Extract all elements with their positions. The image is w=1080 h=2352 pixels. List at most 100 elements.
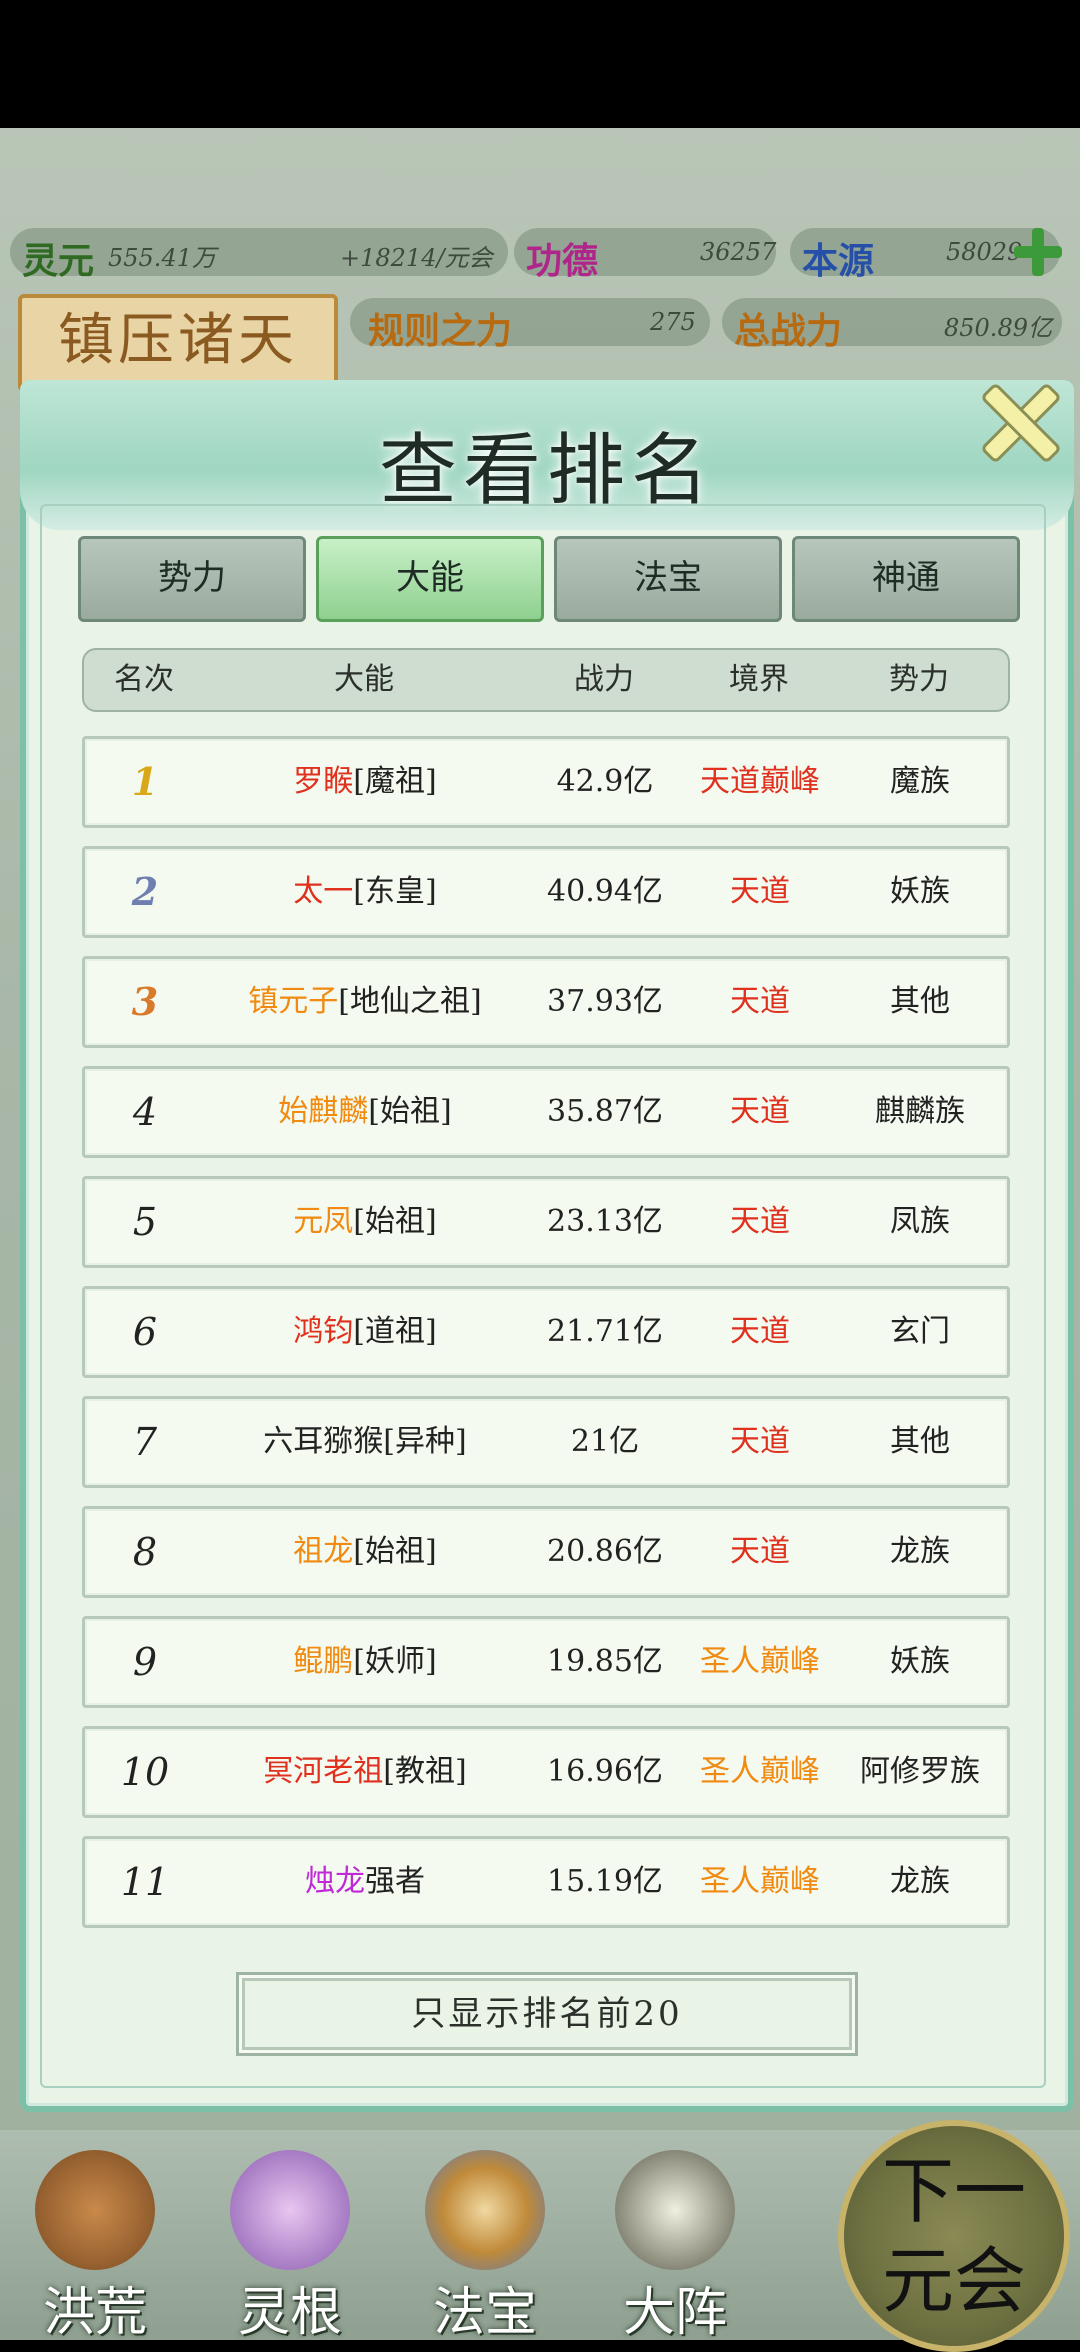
- lingyuan-value: 555.41万: [108, 244, 216, 272]
- realm-cell: 圣人巅峰: [700, 1754, 820, 1789]
- realm-cell: 天道: [730, 1534, 790, 1569]
- table-row[interactable]: 9 鲲鹏[妖师] 19.85亿 圣人巅峰 妖族: [82, 1616, 1010, 1708]
- person-name: 鲲鹏: [293, 1644, 354, 1679]
- mountain-icon: [35, 2150, 155, 2270]
- faction-cell: 凤族: [890, 1204, 950, 1239]
- table-row[interactable]: 5 元凤[始祖] 23.13亿 天道 凤族: [82, 1176, 1010, 1268]
- table-row[interactable]: 1 罗睺[魔祖] 42.9亿 天道巅峰 魔族: [82, 736, 1010, 828]
- zhanli-bar: 总战力 850.89亿: [722, 298, 1062, 352]
- faction-cell: 魔族: [890, 764, 950, 799]
- realm-cell: 天道巅峰: [700, 764, 820, 799]
- person-name: 六耳猕猴: [263, 1424, 384, 1459]
- show-top20-button[interactable]: 只显示排名前20: [236, 1972, 858, 2056]
- nav-label: 洪荒: [42, 2283, 147, 2343]
- nav-label: 法宝: [432, 2283, 537, 2343]
- power-cell: 19.85亿: [547, 1644, 663, 1679]
- gongde-value: 36257: [700, 238, 777, 266]
- person-title: [异种]: [383, 1424, 467, 1459]
- person-title: [东皇]: [353, 874, 437, 909]
- nav-dazhen[interactable]: 大阵: [590, 2130, 760, 2343]
- header-realm: 境界: [729, 662, 789, 697]
- realm-cell: 圣人巅峰: [700, 1864, 820, 1899]
- tab-treasure[interactable]: 法宝: [554, 536, 782, 622]
- realm-cell: 天道: [730, 1314, 790, 1349]
- realm-cell: 圣人巅峰: [700, 1644, 820, 1679]
- realm-cell: 天道: [730, 1094, 790, 1129]
- name-cell: 祖龙[始祖]: [185, 1509, 545, 1595]
- gongde-label: 功德: [526, 240, 599, 282]
- nav-fabao[interactable]: 法宝: [400, 2130, 570, 2343]
- name-cell: 镇元子[地仙之祖]: [185, 959, 545, 1045]
- name-cell: 冥河老祖[教祖]: [185, 1729, 545, 1815]
- power-cell: 21亿: [570, 1424, 640, 1459]
- name-cell: 鸿钧[道祖]: [185, 1289, 545, 1375]
- table-row[interactable]: 7 六耳猕猴[异种] 21亿 天道 其他: [82, 1396, 1010, 1488]
- tab-great-power[interactable]: 大能: [316, 536, 544, 622]
- person-title: [始祖]: [353, 1204, 437, 1239]
- person-title: [道祖]: [353, 1314, 437, 1349]
- lingyuan-rate: +18214/元会: [340, 244, 493, 272]
- person-name: 鸿钧: [293, 1314, 354, 1349]
- faction-cell: 妖族: [890, 1644, 950, 1679]
- person-name: 太一: [293, 874, 354, 909]
- power-cell: 21.71亿: [547, 1314, 663, 1349]
- header-name: 大能: [334, 662, 394, 697]
- header-faction: 势力: [889, 662, 949, 697]
- header-rank: 名次: [114, 662, 174, 697]
- person-name: 祖龙: [293, 1534, 354, 1569]
- table-header: 名次 大能 战力 境界 势力: [82, 648, 1010, 712]
- power-cell: 40.94亿: [547, 874, 663, 909]
- faction-cell: 其他: [890, 984, 950, 1019]
- faction-cell: 麒麟族: [875, 1094, 965, 1129]
- person-name: 镇元子: [248, 984, 339, 1019]
- table-row[interactable]: 8 祖龙[始祖] 20.86亿 天道 龙族: [82, 1506, 1010, 1598]
- faction-cell: 玄门: [890, 1314, 950, 1349]
- next-era-label: 下一 元会: [864, 2146, 1044, 2326]
- tab-divine-ability[interactable]: 神通: [792, 536, 1020, 622]
- realm-cell: 天道: [730, 1424, 790, 1459]
- close-icon[interactable]: [966, 370, 1066, 470]
- table-row[interactable]: 4 始麒麟[始祖] 35.87亿 天道 麒麟族: [82, 1066, 1010, 1158]
- name-cell: 太一[东皇]: [185, 849, 545, 935]
- yinyang-icon: [615, 2150, 735, 2270]
- table-row[interactable]: 11 烛龙强者 15.19亿 圣人巅峰 龙族: [82, 1836, 1010, 1928]
- person-title: [始祖]: [353, 1534, 437, 1569]
- nav-honghuang[interactable]: 洪荒: [10, 2130, 180, 2343]
- person-title: [始祖]: [368, 1094, 452, 1129]
- power-cell: 35.87亿: [547, 1094, 663, 1129]
- power-cell: 16.96亿: [547, 1754, 663, 1789]
- realm-cell: 天道: [730, 1204, 790, 1239]
- nav-linggen[interactable]: 灵根: [205, 2130, 375, 2343]
- add-resource-icon[interactable]: [1010, 224, 1066, 280]
- power-cell: 42.9亿: [556, 764, 654, 799]
- realm-cell: 天道: [730, 874, 790, 909]
- next-era-button[interactable]: 下一 元会: [838, 2120, 1070, 2352]
- realm-cell: 天道: [730, 984, 790, 1019]
- tab-faction[interactable]: 势力: [78, 536, 306, 622]
- nav-label: 灵根: [237, 2283, 342, 2343]
- person-title: [妖师]: [353, 1644, 437, 1679]
- gongde-bar: 功德 36257: [514, 228, 777, 282]
- lingyuan-label: 灵元: [22, 240, 95, 282]
- header-power: 战力: [574, 662, 634, 697]
- person-title: [魔祖]: [353, 764, 437, 799]
- name-cell: 罗睺[魔祖]: [185, 739, 545, 825]
- table-row[interactable]: 2 太一[东皇] 40.94亿 天道 妖族: [82, 846, 1010, 938]
- suppress-banner[interactable]: 镇压诸天: [18, 294, 338, 392]
- table-row[interactable]: 10 冥河老祖[教祖] 16.96亿 圣人巅峰 阿修罗族: [82, 1726, 1010, 1818]
- table-row[interactable]: 6 鸿钧[道祖] 21.71亿 天道 玄门: [82, 1286, 1010, 1378]
- nav-label: 大阵: [622, 2283, 727, 2343]
- power-cell: 15.19亿: [547, 1864, 663, 1899]
- next-era-line2: 元会: [881, 2239, 1026, 2323]
- power-cell: 20.86亿: [547, 1534, 663, 1569]
- next-era-line1: 下一: [881, 2149, 1026, 2233]
- zhanli-label: 总战力: [734, 310, 843, 352]
- name-cell: 鲲鹏[妖师]: [185, 1619, 545, 1705]
- person-name: 始麒麟: [278, 1094, 369, 1129]
- guize-label: 规则之力: [368, 310, 513, 352]
- person-name: 冥河老祖: [263, 1754, 384, 1789]
- table-row[interactable]: 3 镇元子[地仙之祖] 37.93亿 天道 其他: [82, 956, 1010, 1048]
- name-cell: 元凤[始祖]: [185, 1179, 545, 1265]
- ranking-list[interactable]: 1 罗睺[魔祖] 42.9亿 天道巅峰 魔族 2 太一[东皇] 40.94亿 天道 妖族 3 镇元子[…: [82, 736, 1012, 1936]
- lotus-icon: [230, 2150, 350, 2270]
